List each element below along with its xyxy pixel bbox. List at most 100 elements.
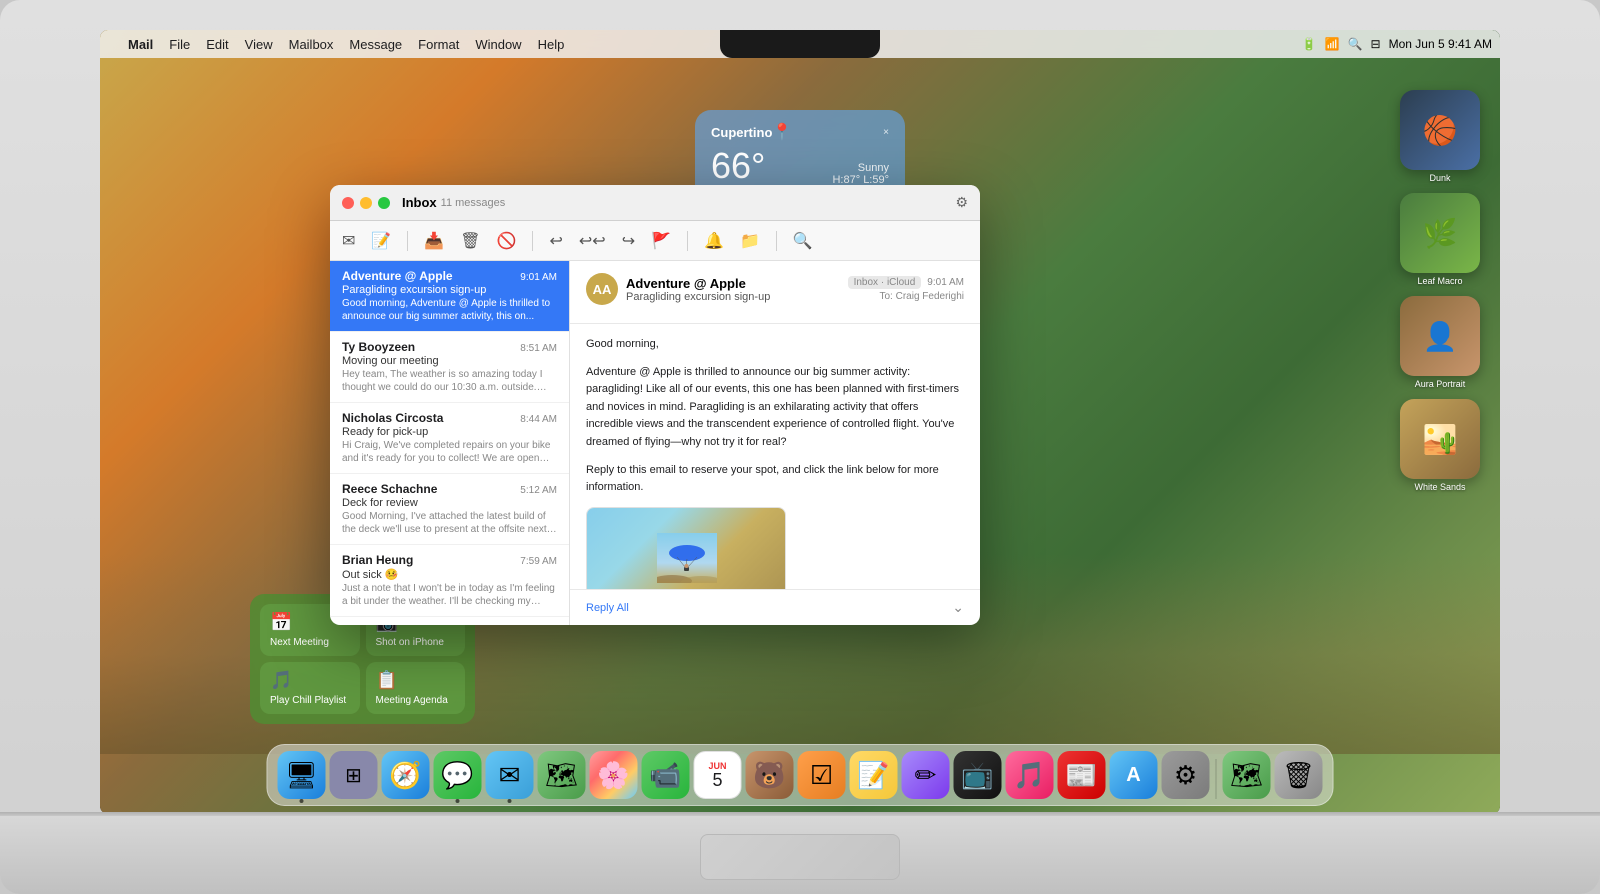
bear-icon: 🐻 (753, 760, 785, 791)
msg-sender-2: Nicholas Circosta (342, 411, 443, 425)
email-greeting: Good morning, (586, 336, 964, 354)
msg-subject-3: Deck for review (342, 497, 557, 509)
weather-pin-icon: 📍 (772, 122, 792, 142)
dock-photos[interactable]: 🌸 (590, 751, 638, 799)
menubar-message[interactable]: Message (349, 37, 402, 52)
message-item-2[interactable]: Nicholas Circosta 8:44 AM Ready for pick… (330, 403, 569, 474)
calendar-day-label: 5 (712, 771, 722, 789)
macbook-notch (720, 30, 880, 58)
notification-icon[interactable]: 🔔 (704, 231, 724, 251)
new-message-icon[interactable]: 📝 (371, 231, 391, 251)
launchpad-icon: ⊞ (345, 763, 362, 788)
email-to-label: To: (880, 291, 893, 302)
widget-dunk-container: 🏀 Dunk (1400, 90, 1480, 183)
dock-mail[interactable]: ✉ (486, 751, 534, 799)
menubar-edit[interactable]: Edit (206, 37, 228, 52)
dock-facetime[interactable]: 📹 (642, 751, 690, 799)
dock-safari[interactable]: 🧭 (382, 751, 430, 799)
handoff-chill-playlist[interactable]: 🎵 Play Chill Playlist (260, 662, 360, 714)
menubar-time: Mon Jun 5 9:41 AM (1389, 37, 1492, 51)
msg-sender-3: Reece Schachne (342, 482, 437, 496)
weather-temperature: 66° (711, 146, 765, 186)
dock-bear[interactable]: 🐻 (746, 751, 794, 799)
widget-aura-portrait[interactable]: 👤 (1400, 296, 1480, 376)
reply-all-icon[interactable]: ↩↩ (579, 231, 606, 251)
widget-white-sands[interactable]: 🏜️ (1400, 399, 1480, 479)
email-sender-name: Adventure @ Apple (626, 276, 840, 291)
email-image-card[interactable]: Learn to fly | High Wind Paragliding | F… (586, 507, 786, 589)
message-item-3[interactable]: Reece Schachne 5:12 AM Deck for review G… (330, 474, 569, 545)
dock-maps[interactable]: 🗺 (538, 751, 586, 799)
delete-icon[interactable]: 🗑 (460, 231, 480, 251)
zoom-button[interactable] (378, 197, 390, 209)
minimize-button[interactable] (360, 197, 372, 209)
menubar-help[interactable]: Help (538, 37, 565, 52)
macbook-hinge (0, 812, 1600, 816)
widget-leaf-macro[interactable]: 🌿 (1400, 193, 1480, 273)
sands-icon: 🏜️ (1423, 423, 1458, 456)
menubar-app-name[interactable]: Mail (128, 37, 153, 52)
inbox-filter-icon[interactable]: ⚙ (955, 194, 968, 211)
email-inbox-badge: Inbox · iCloud (848, 276, 922, 289)
messages-dot (456, 799, 460, 803)
weather-close-button[interactable]: × (883, 127, 889, 138)
chill-playlist-label: Play Chill Playlist (270, 695, 350, 706)
email-detail-time: 9:01 AM (927, 277, 964, 288)
leaf-icon: 🌿 (1423, 217, 1458, 250)
message-item-0[interactable]: Adventure @ Apple 9:01 AM Paragliding ex… (330, 261, 569, 332)
close-button[interactable] (342, 197, 354, 209)
mail-window: Inbox 11 messages ⚙ ✉ 📝 📥 🗑 🚫 ↩ ↩↩ ↪ (330, 185, 980, 625)
dock-freeform[interactable]: ✏ (902, 751, 950, 799)
message-item-1[interactable]: Ty Booyzeen 8:51 AM Moving our meeting H… (330, 332, 569, 403)
dock-maps2[interactable]: 🗺 (1223, 751, 1271, 799)
dock: 🖥 ⊞ 🧭 💬 ✉ 🗺 (267, 744, 1334, 806)
message-item-5[interactable]: Michael Klineburger Yesterday Bonjour fr… (330, 617, 569, 625)
trackpad[interactable] (700, 834, 900, 880)
reply-icon[interactable]: ↩ (549, 231, 562, 251)
dock-news[interactable]: 📰 (1058, 751, 1106, 799)
forward-icon[interactable]: ↪ (622, 231, 635, 251)
archive-icon[interactable]: 📥 (424, 231, 444, 251)
menubar-file[interactable]: File (169, 37, 190, 52)
dock-notes[interactable]: 📝 (850, 751, 898, 799)
menubar-view[interactable]: View (245, 37, 273, 52)
message-item-4[interactable]: Brian Heung 7:59 AM Out sick 🤒 Just a no… (330, 545, 569, 617)
search-icon[interactable]: 🔍 (793, 231, 813, 251)
next-meeting-label: Next Meeting (270, 637, 350, 648)
dock-appstore[interactable]: A (1110, 751, 1158, 799)
menubar-window[interactable]: Window (475, 37, 521, 52)
dock-messages[interactable]: 💬 (434, 751, 482, 799)
dock-settings[interactable]: ⚙ (1162, 751, 1210, 799)
dock-reminders[interactable]: ☑ (798, 751, 846, 799)
mail-content: Adventure @ Apple 9:01 AM Paragliding ex… (330, 261, 980, 625)
toolbar-separator-3 (687, 231, 688, 251)
widget-dunk[interactable]: 🏀 (1400, 90, 1480, 170)
dock-trash[interactable]: 🗑 (1275, 751, 1323, 799)
settings-icon: ⚙ (1174, 760, 1197, 791)
menubar-right: 🔋 📶 🔍 ⊟ Mon Jun 5 9:41 AM (1302, 37, 1492, 51)
control-center-icon[interactable]: ⊟ (1371, 37, 1381, 51)
toolbar-separator-1 (407, 231, 408, 251)
wallpaper-widgets: 🏀 Dunk 🌿 Leaf Macro 👤 Aura Portrait (1400, 90, 1480, 492)
message-row1-2: Nicholas Circosta 8:44 AM (342, 411, 557, 425)
junk-icon[interactable]: 🚫 (497, 231, 517, 251)
message-row1-4: Brian Heung 7:59 AM (342, 553, 557, 567)
dock-music[interactable]: 🎵 (1006, 751, 1054, 799)
handoff-meeting-agenda[interactable]: 📋 Meeting Agenda (366, 662, 466, 714)
menubar-format[interactable]: Format (418, 37, 459, 52)
dock-finder[interactable]: 🖥 (278, 751, 326, 799)
reply-all-button[interactable]: Reply All (586, 602, 629, 614)
search-menubar-icon[interactable]: 🔍 (1348, 37, 1363, 51)
reply-options-icon[interactable]: ⌄ (952, 599, 964, 616)
dock-launchpad[interactable]: ⊞ (330, 751, 378, 799)
folder-icon[interactable]: 📁 (740, 231, 760, 251)
weather-header: Cupertino 📍 × (711, 122, 889, 142)
email-body-paragraph1: Adventure @ Apple is thrilled to announc… (586, 364, 964, 452)
compose-icon[interactable]: ✉ (342, 231, 355, 251)
flag-icon[interactable]: 🚩 (651, 231, 671, 251)
msg-time-4: 7:59 AM (520, 556, 557, 567)
dock-appletv[interactable]: 📺 (954, 751, 1002, 799)
dock-calendar[interactable]: JUN 5 (694, 751, 742, 799)
msg-time-2: 8:44 AM (520, 414, 557, 425)
menubar-mailbox[interactable]: Mailbox (289, 37, 334, 52)
